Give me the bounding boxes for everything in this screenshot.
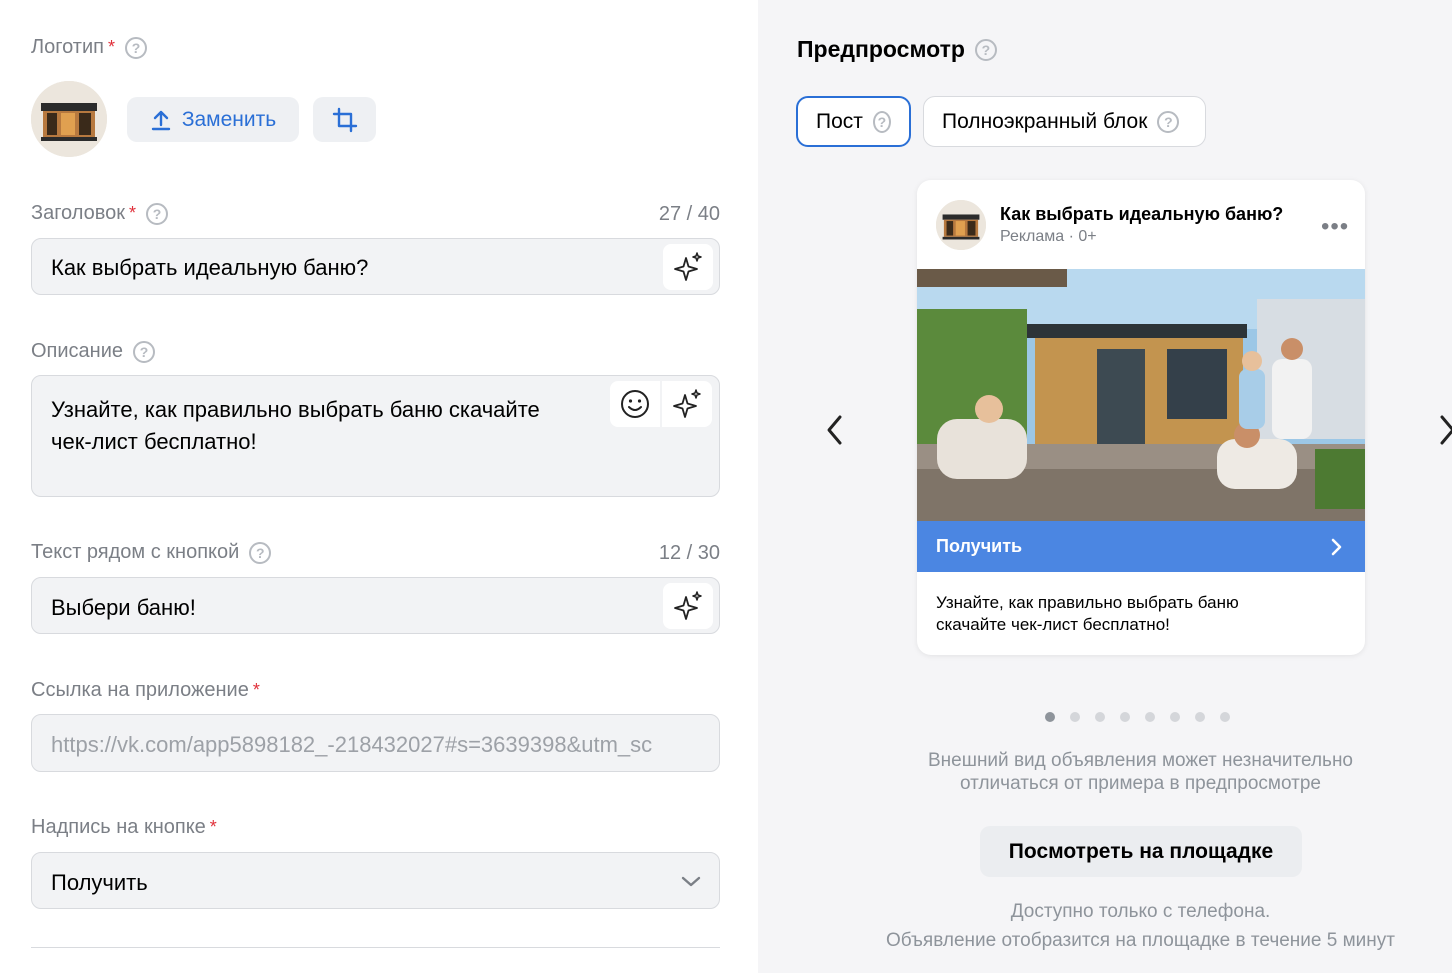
upload-icon [151,110,171,130]
preview-disclaimer: Внешний вид объявления может незначитель… [927,750,1354,794]
ai-generate-button[interactable] [663,583,713,629]
headline-input[interactable]: Как выбрать идеальную баню? [31,238,720,295]
description-text: Узнайте, как правильно выбрать баню скач… [51,397,540,454]
ad-preview-card: Как выбрать идеальную баню? Реклама · 0+… [917,180,1365,655]
view-on-platform-button[interactable]: Посмотреть на площадке [980,826,1302,877]
chevron-down-icon [681,876,701,887]
ai-generate-button[interactable] [663,244,713,290]
divider [31,947,720,948]
card-description: Узнайте, как правильно выбрать баню скач… [936,593,1239,634]
button-caption-label: Надпись на кнопке * [31,816,217,838]
help-icon[interactable]: ? [1157,110,1180,133]
tab-fullscreen-block[interactable]: Полноэкранный блок ? [923,96,1206,147]
chevron-right-icon [1331,538,1342,556]
logo-label: Логотип * ? [31,36,147,59]
button-caption-select[interactable]: Получить [31,852,720,909]
button-text-input[interactable]: Выбери баню! [31,577,720,634]
carousel-dot[interactable] [1045,712,1055,722]
sparkle-icon [674,591,702,620]
card-subtitle: Реклама · 0+ [1000,228,1097,245]
emoji-button[interactable] [610,381,660,427]
required-marker: * [252,680,260,700]
ad-image [917,269,1365,521]
cta-button[interactable]: Получить [917,521,1365,572]
help-icon[interactable]: ? [974,38,997,61]
replace-logo-button[interactable]: Заменить [127,97,299,142]
headline-counter: 27 / 40 [658,203,720,225]
tab-post[interactable]: Пост ? [796,96,911,147]
required-marker: * [209,817,217,837]
carousel-dot[interactable] [1195,712,1205,722]
description-label: Описание ? [31,340,156,363]
carousel-dots [1045,712,1230,722]
carousel-dot[interactable] [1070,712,1080,722]
app-link-label: Ссылка на приложение * [31,679,260,701]
more-icon[interactable]: ••• [1321,213,1349,241]
logo-thumbnail [31,81,107,157]
help-icon[interactable]: ? [133,340,156,363]
crop-icon [332,107,357,132]
preview-panel: Предпросмотр ? Пост ? Полноэкранный блок… [758,0,1452,973]
help-icon[interactable]: ? [872,110,891,133]
carousel-dot[interactable] [1145,712,1155,722]
help-icon[interactable]: ? [124,36,147,59]
required-marker: * [129,203,137,223]
carousel-dot[interactable] [1095,712,1105,722]
carousel-dot[interactable] [1170,712,1180,722]
carousel-dot[interactable] [1120,712,1130,722]
button-text-label: Текст рядом с кнопкой ? [31,541,272,564]
button-text-counter: 12 / 30 [658,542,720,564]
avatar [936,200,986,250]
card-title: Как выбрать идеальную баню? [1000,204,1284,224]
sparkle-icon [673,389,701,418]
sparkle-icon [674,252,702,281]
sauna-logo-image [31,81,107,157]
app-link-input[interactable]: https://vk.com/app5898182_-218432027#s=3… [31,714,720,772]
sauna-logo-image [936,200,986,250]
crop-logo-button[interactable] [313,97,376,142]
chevron-left-icon[interactable] [825,414,845,446]
help-icon[interactable]: ? [146,202,169,225]
required-marker: * [107,37,115,57]
preview-title: Предпросмотр ? [797,36,997,63]
description-textarea[interactable]: Узнайте, как правильно выбрать баню скач… [31,375,720,497]
ai-generate-button[interactable] [662,381,712,427]
chevron-right-icon[interactable] [1438,414,1452,446]
ad-form: Логотип * ? Заменить Заголовок * ? 27 / 40 [0,0,758,973]
headline-label: Заголовок * ? [31,202,169,225]
emoji-icon [621,390,649,418]
platform-note: Доступно только с телефона. Объявление о… [886,901,1395,951]
carousel-dot[interactable] [1220,712,1230,722]
help-icon[interactable]: ? [249,541,272,564]
